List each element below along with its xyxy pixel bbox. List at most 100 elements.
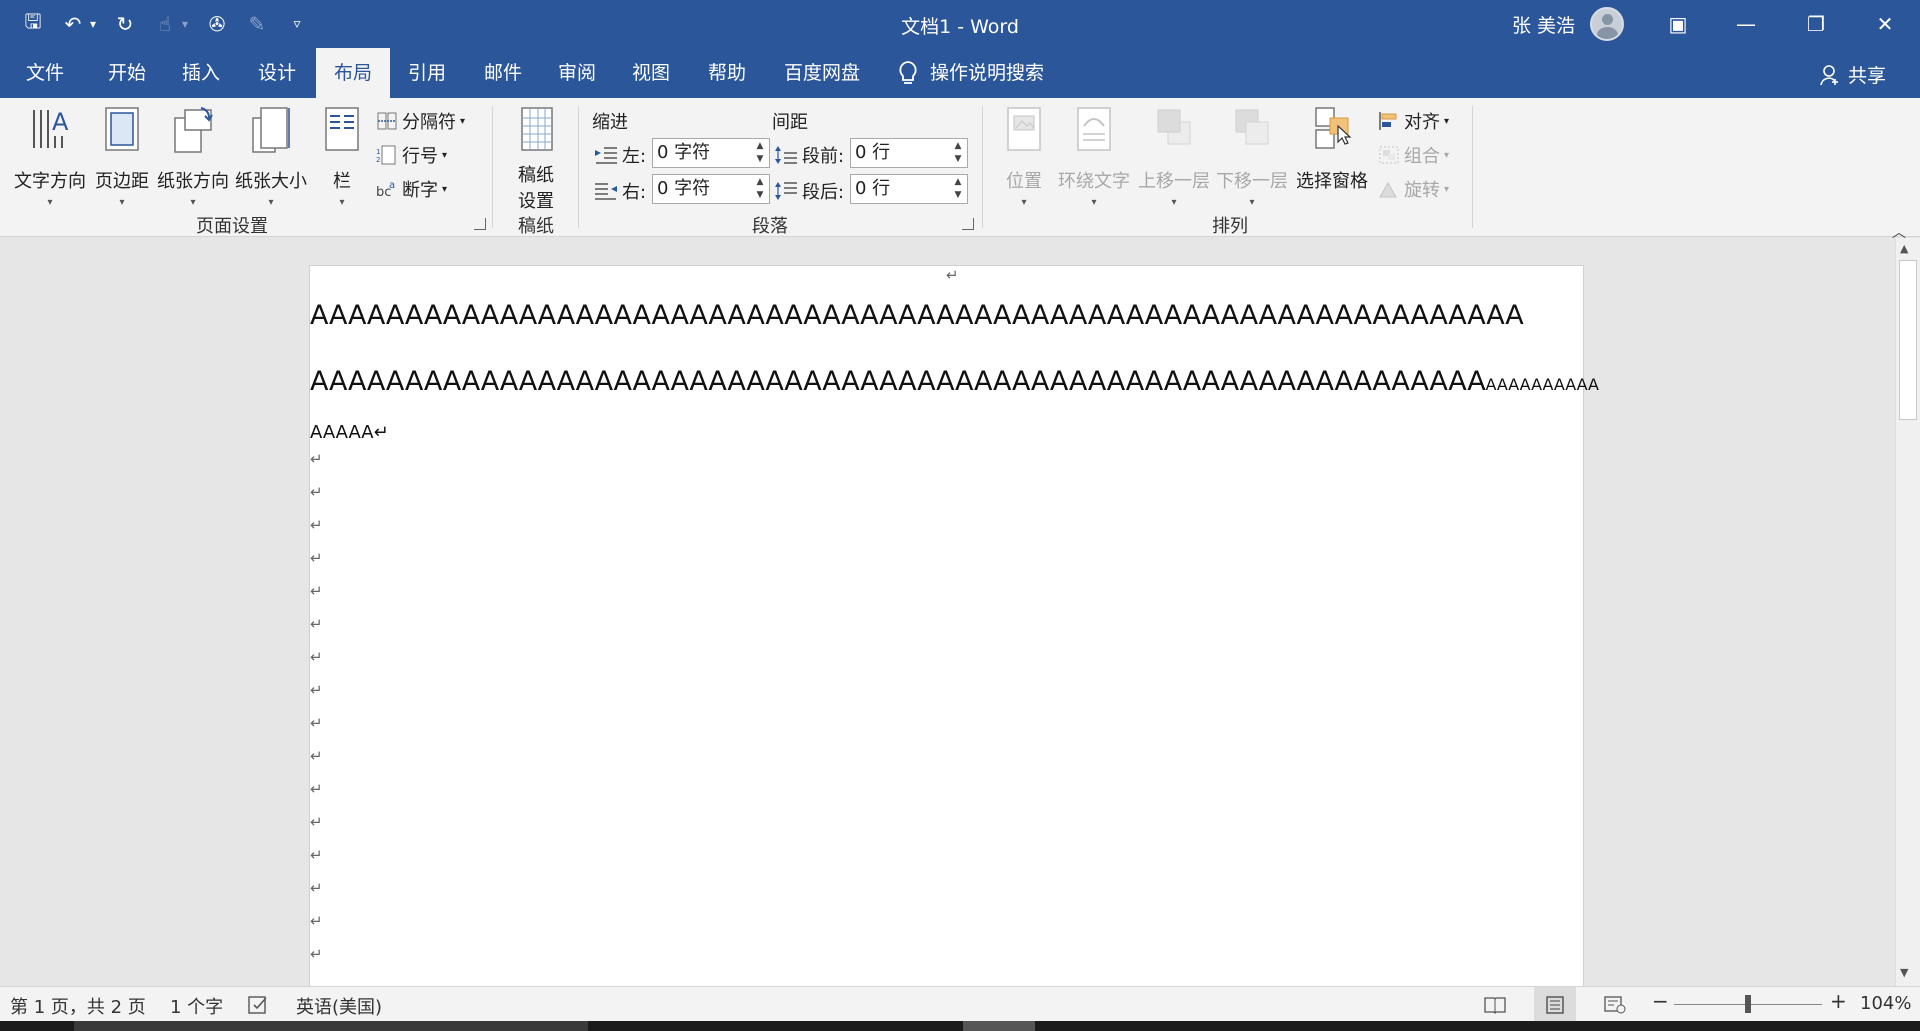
wrap-text-button[interactable]: 环绕文字 ▾ [1056, 104, 1132, 208]
close-button[interactable]: ✕ [1855, 0, 1915, 48]
spacing-before-value: 0 行 [855, 142, 891, 163]
window-title: 文档1 - Word [901, 16, 1019, 38]
spacing-before-text: 段前: [802, 146, 845, 167]
position-button[interactable]: 位置 ▾ [994, 104, 1054, 208]
tab-file[interactable]: 文件 [8, 48, 82, 98]
selection-pane-label: 选择窗格 [1296, 171, 1368, 192]
tab-references[interactable]: 引用 [390, 48, 464, 98]
paragraph-mark[interactable]: ↵ [310, 549, 323, 567]
avatar[interactable] [1590, 7, 1624, 41]
tab-review[interactable]: 审阅 [540, 48, 614, 98]
scroll-down-icon[interactable]: ▼ [1900, 966, 1908, 979]
paragraph-mark[interactable]: ↵ [310, 846, 323, 864]
tab-layout[interactable]: 布局 [316, 48, 391, 98]
zoom-level[interactable]: 104% [1860, 993, 1911, 1014]
word-count[interactable]: 1 个字 [170, 993, 223, 1019]
breaks-button[interactable]: 分隔符 ▾ [376, 108, 465, 134]
tab-insert[interactable]: 插入 [164, 48, 238, 98]
minimize-button[interactable]: — [1716, 0, 1776, 48]
page-setup-dialog-launcher-icon[interactable] [474, 218, 486, 230]
align-button[interactable]: 对齐 ▾ [1378, 108, 1449, 134]
document-canvas[interactable]: ↵ AAAAAAAAAAAAAAAAAAAAAAAAAAAAAAAAAAAAAA… [0, 238, 1920, 986]
paragraph-mark[interactable]: ↵ [310, 450, 323, 468]
bring-forward-icon [1157, 109, 1191, 145]
paragraph-mark[interactable]: ↵ [310, 648, 323, 666]
hyphenation-button[interactable]: bc a 断字 ▾ [376, 176, 447, 202]
paragraph-mark[interactable]: ↵ [310, 912, 323, 930]
spinner-arrows-icon[interactable]: ▲ ▼ [753, 140, 767, 166]
draft-paper-setup-label-2: 设置 [518, 191, 554, 212]
margins-button[interactable]: 页边距 ▾ [94, 104, 150, 208]
paragraph-mark[interactable]: ↵ [310, 747, 323, 765]
size-button[interactable]: 纸张大小 ▾ [234, 104, 308, 208]
chevron-down-icon: ▾ [460, 115, 466, 127]
ribbon-display-options-button[interactable]: ▣ [1648, 0, 1708, 48]
paragraph-mark[interactable]: ↵ [310, 483, 323, 501]
web-layout-button[interactable] [1594, 987, 1636, 1022]
tab-baidu-netdisk[interactable]: 百度网盘 [766, 48, 878, 98]
group-divider [578, 106, 579, 228]
rotate-button[interactable]: 旋转 ▾ [1378, 176, 1449, 202]
page-count[interactable]: 第 1 页，共 2 页 [10, 993, 146, 1019]
spinner-arrows-icon[interactable]: ▲ ▼ [753, 176, 767, 202]
wrap-text-label: 环绕文字 [1058, 171, 1130, 192]
tab-view[interactable]: 视图 [614, 48, 688, 98]
draft-paper-setup-button[interactable]: 稿纸 设置 [504, 104, 568, 213]
paragraph-mark[interactable]: ↵ [310, 516, 323, 534]
bring-forward-button[interactable]: 上移一层 ▾ [1136, 104, 1212, 208]
proofing-icon[interactable] [248, 995, 270, 1015]
share-button[interactable]: 共享 [1820, 61, 1886, 88]
paragraph-mark[interactable]: ↵ [310, 780, 323, 798]
taskbar-item[interactable] [963, 1021, 1035, 1031]
tab-home[interactable]: 开始 [90, 48, 164, 98]
spacing-after-spinner[interactable]: 0 行 ▲ ▼ [850, 174, 968, 204]
tell-me-search[interactable]: 操作说明搜索 [920, 48, 1054, 98]
user-name[interactable]: 张 美浩 [1512, 11, 1575, 38]
chevron-down-icon: ▾ [268, 197, 274, 208]
paragraph-mark[interactable]: ↵ [310, 615, 323, 633]
paragraph-dialog-launcher-icon[interactable] [962, 218, 974, 230]
scroll-up-icon[interactable]: ▲ [1900, 242, 1908, 255]
print-layout-button[interactable] [1534, 987, 1576, 1022]
indent-left-spinner[interactable]: 0 字符 ▲ ▼ [652, 138, 770, 168]
language-indicator[interactable]: 英语(美国) [296, 993, 382, 1019]
document-line-2-large: AAAAAAAAAAAAAAAAAAAAAAAAAAAAAAAAAAAAAAAA… [310, 366, 1486, 397]
spacing-before-spinner[interactable]: 0 行 ▲ ▼ [850, 138, 968, 168]
send-backward-button[interactable]: 下移一层 ▾ [1214, 104, 1290, 208]
selection-pane-button[interactable]: 选择窗格 [1294, 104, 1370, 193]
orientation-button[interactable]: 纸张方向 ▾ [156, 104, 230, 208]
selection-pane-icon [1315, 107, 1352, 149]
tab-design[interactable]: 设计 [240, 48, 314, 98]
taskbar-item[interactable] [74, 1021, 588, 1031]
line-numbers-button[interactable]: 1 2 行号 ▾ [376, 142, 447, 168]
indent-right-spinner[interactable]: 0 字符 ▲ ▼ [652, 174, 770, 204]
zoom-out-button[interactable]: − [1652, 989, 1669, 1013]
text-direction-button[interactable]: A 文字方向 ▾ [14, 104, 86, 208]
spinner-arrows-icon[interactable]: ▲ ▼ [951, 176, 965, 202]
columns-button[interactable]: 栏 ▾ [320, 104, 364, 208]
group-objects-button[interactable]: 组合 ▾ [1378, 142, 1449, 168]
spacing-after-value: 0 行 [855, 178, 891, 199]
paragraph-mark[interactable]: ↵ [310, 681, 323, 699]
scrollbar-thumb[interactable] [1899, 260, 1917, 420]
restore-button[interactable]: ❐ [1786, 0, 1846, 48]
paragraph-mark[interactable]: ↵ [310, 879, 323, 897]
read-mode-button[interactable] [1474, 987, 1516, 1022]
document-line-3[interactable]: AAAAA↵ [310, 422, 389, 443]
vertical-scrollbar[interactable]: ▲ ▼ [1895, 238, 1920, 986]
paragraph-mark[interactable]: ↵ [310, 582, 323, 600]
document-line-2[interactable]: AAAAAAAAAAAAAAAAAAAAAAAAAAAAAAAAAAAAAAAA… [310, 366, 1599, 397]
tab-help[interactable]: 帮助 [690, 48, 764, 98]
zoom-slider-thumb[interactable] [1745, 995, 1751, 1013]
paragraph-mark[interactable]: ↵ [310, 813, 323, 831]
taskbar-strip [0, 1021, 1920, 1031]
group-divider [1472, 106, 1473, 228]
zoom-in-button[interactable]: + [1830, 989, 1847, 1013]
spinner-arrows-icon[interactable]: ▲ ▼ [951, 140, 965, 166]
paragraph-mark[interactable]: ↵ [310, 945, 323, 963]
document-page[interactable]: ↵ AAAAAAAAAAAAAAAAAAAAAAAAAAAAAAAAAAAAAA… [309, 265, 1599, 986]
document-line-1[interactable]: AAAAAAAAAAAAAAAAAAAAAAAAAAAAAAAAAAAAAAAA… [310, 300, 1524, 331]
paragraph-mark[interactable]: ↵ [310, 714, 323, 732]
tab-mailings[interactable]: 邮件 [466, 48, 540, 98]
group-objects-icon [1379, 146, 1399, 164]
